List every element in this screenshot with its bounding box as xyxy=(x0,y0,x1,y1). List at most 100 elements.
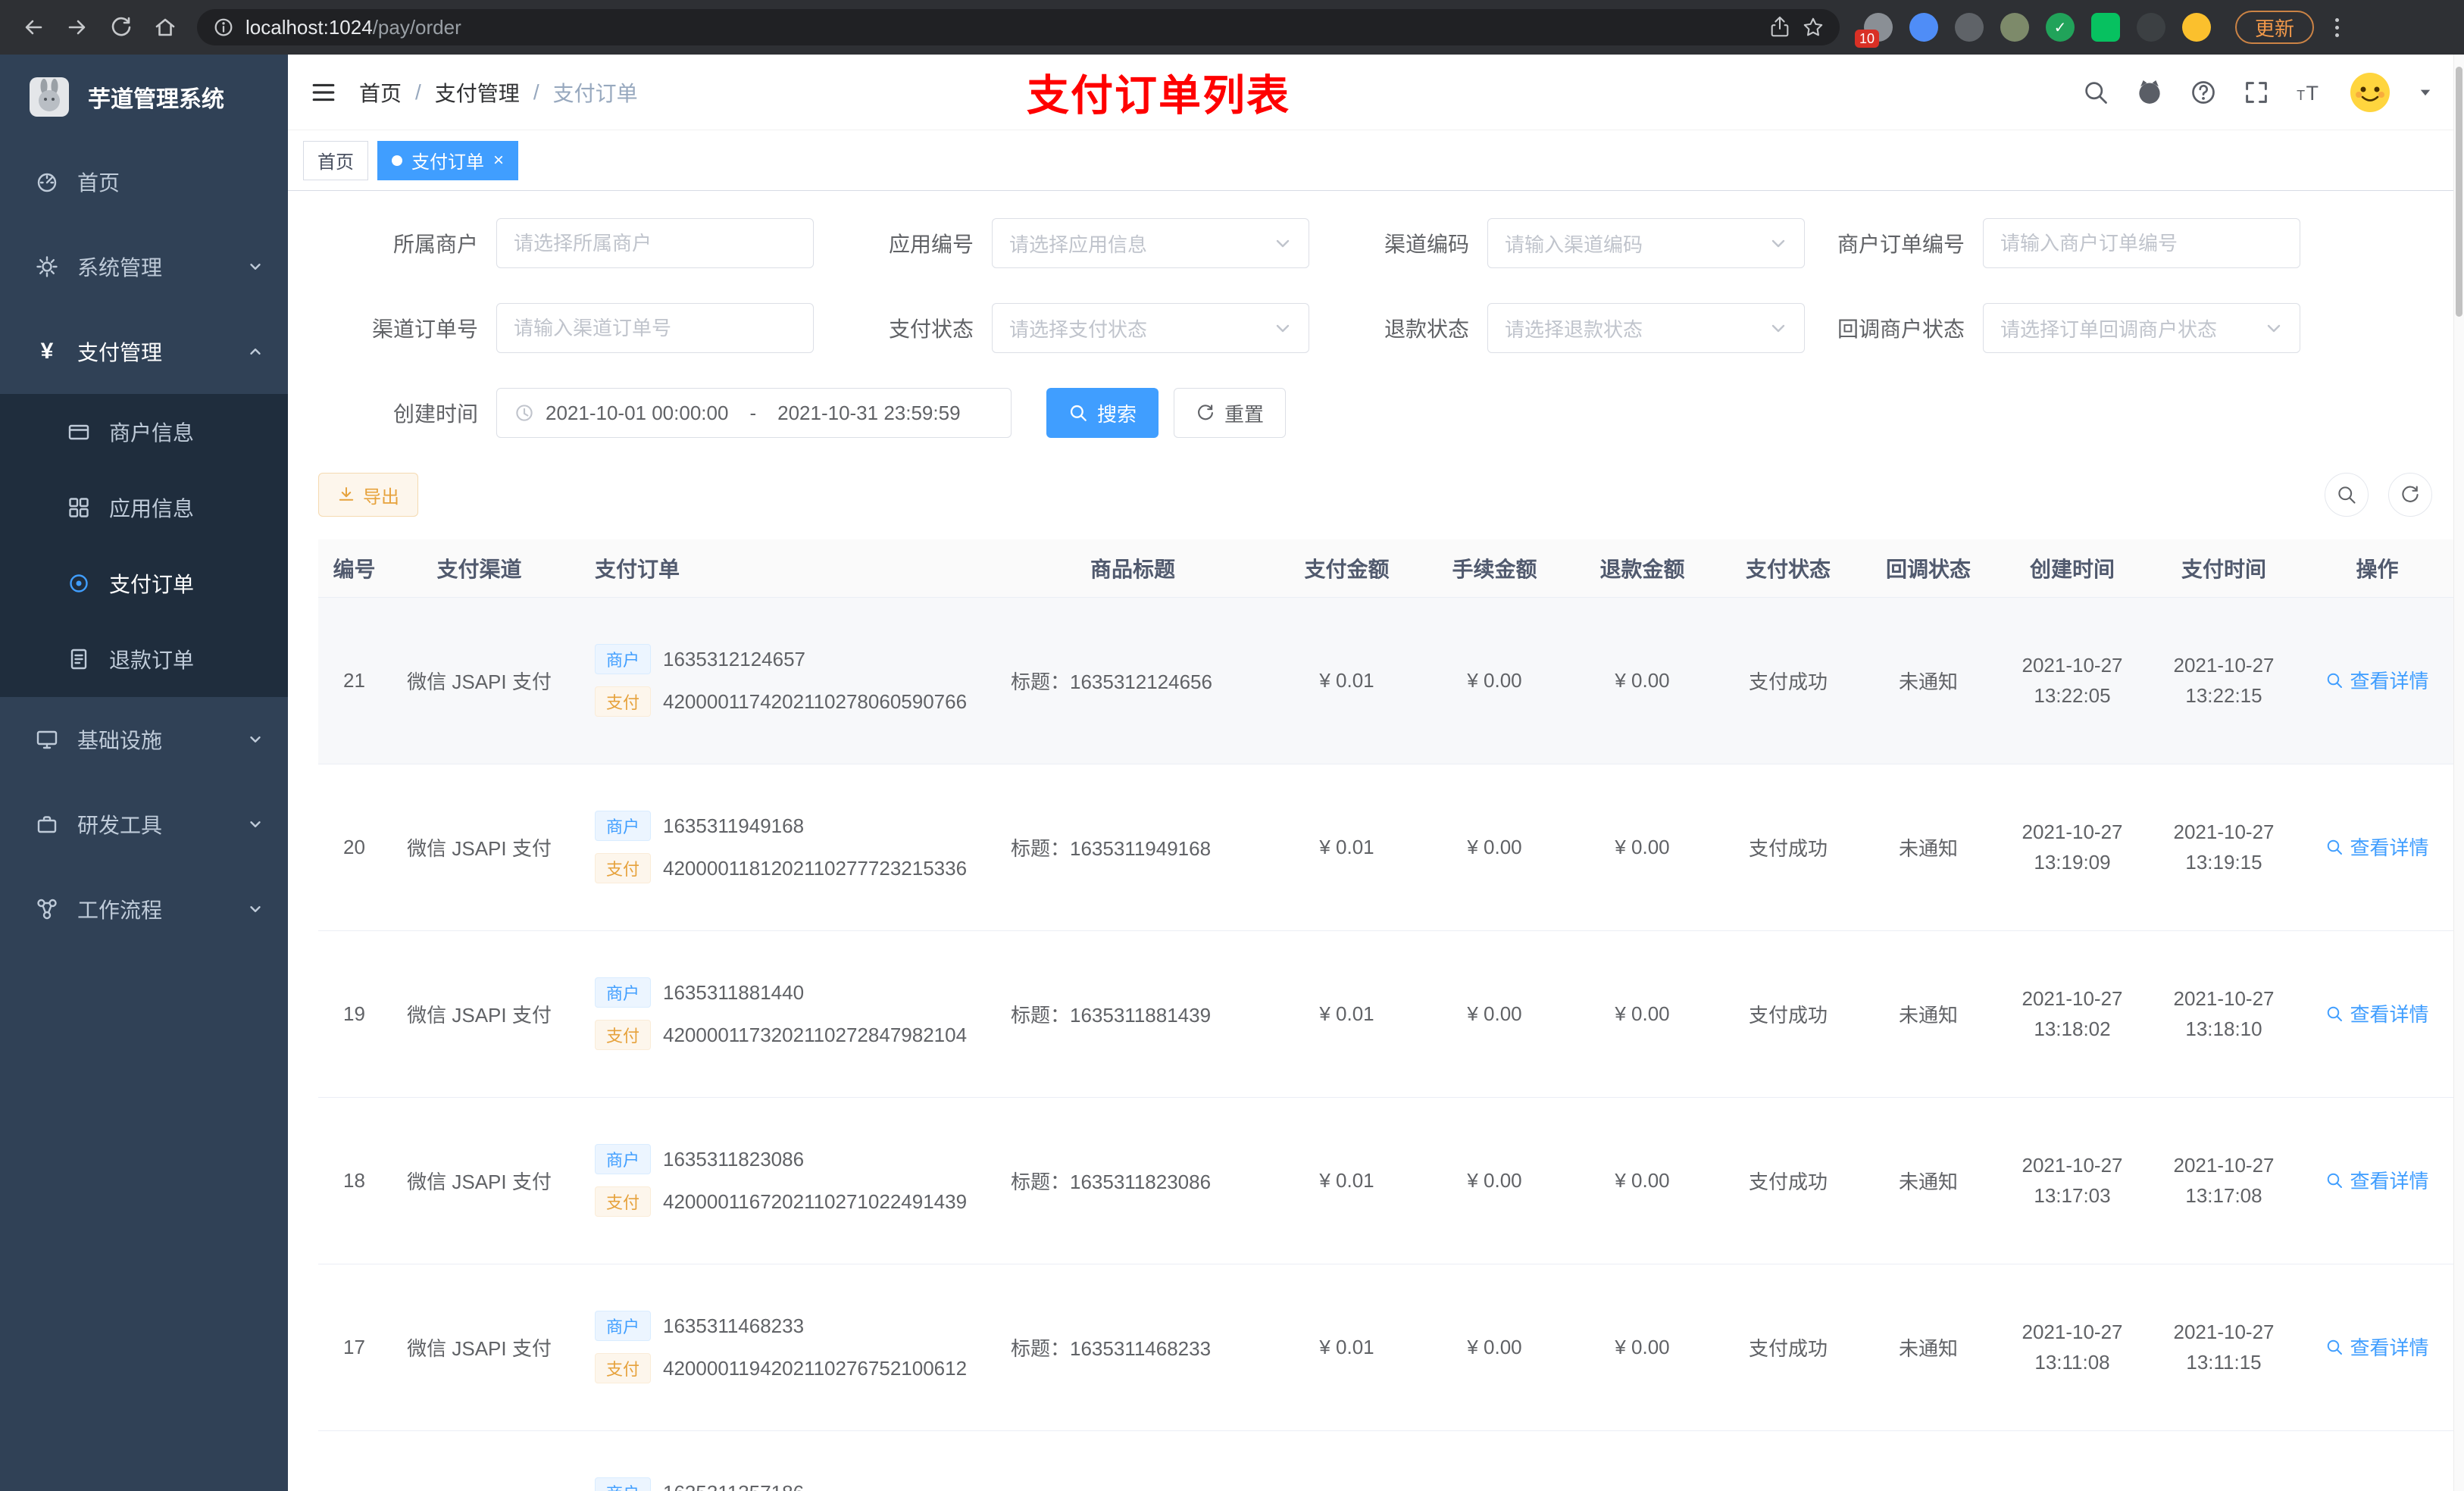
browser-menu-icon[interactable] xyxy=(2335,17,2340,37)
pay-order-cell: 商户1635311357186 支付 xyxy=(574,1477,987,1491)
filter-app: 应用编号 请选择应用信息 xyxy=(814,218,1309,268)
search-icon[interactable] xyxy=(2082,79,2109,106)
extension-icon[interactable]: ✓ xyxy=(2046,13,2075,42)
view-detail-link[interactable]: 查看详情 xyxy=(2325,999,2429,1027)
refund-amount: ¥ 0.00 xyxy=(1568,1264,1716,1431)
pay-order-cell: 商户 1635311823086 支付 4200001167202110271022… xyxy=(574,1144,987,1217)
sidebar-item-home[interactable]: 首页 xyxy=(0,139,288,224)
user-avatar[interactable] xyxy=(2349,71,2391,114)
browser-back-button[interactable] xyxy=(14,8,53,47)
browser-update-button[interactable]: 更新 xyxy=(2235,11,2315,44)
toggle-search-button[interactable] xyxy=(2325,473,2369,517)
view-detail-link[interactable]: 查看详情 xyxy=(2325,833,2429,861)
merchant-tag: 商户 xyxy=(595,977,652,1008)
fee-amount: ¥ 0.00 xyxy=(1421,1097,1568,1264)
view-icon xyxy=(2328,673,2343,688)
help-icon[interactable] xyxy=(2190,79,2217,106)
tab-pay-order[interactable]: 支付订单 × xyxy=(377,140,519,180)
product-title: 标题：1635311468233 xyxy=(993,1264,1273,1431)
order-id: 18 xyxy=(318,1097,390,1264)
scrollbar-thumb[interactable] xyxy=(2456,67,2462,317)
sidebar-item-system[interactable]: 系统管理 xyxy=(0,224,288,309)
extension-icon[interactable] xyxy=(2091,13,2120,42)
table-row[interactable]: 21 微信 JSAPI 支付 商户 1635312124657 支付 4200001… xyxy=(318,597,2455,764)
tab-home[interactable]: 首页 xyxy=(303,140,368,180)
table-row[interactable]: 20 微信 JSAPI 支付 商户 1635311949168 支付 4200001… xyxy=(318,764,2455,931)
sidebar-item-infra[interactable]: 基础设施 xyxy=(0,697,288,782)
extension-icon[interactable]: 10 xyxy=(1855,13,1893,48)
reset-button[interactable]: 重置 xyxy=(1174,388,1287,438)
pay-channel: 微信 JSAPI 支付 xyxy=(390,597,568,764)
sidebar-item-workflow[interactable]: 工作流程 xyxy=(0,867,288,952)
table-row[interactable]: 17 微信 JSAPI 支付 商户 1635311468233 支付 4200001… xyxy=(318,1264,2455,1431)
bookmark-star-icon[interactable] xyxy=(1802,16,1825,39)
export-button[interactable]: 导出 xyxy=(318,473,418,517)
sidebar-item-refund-order[interactable]: 退款订单 xyxy=(0,621,288,697)
browser-reload-button[interactable] xyxy=(102,8,141,47)
monitor-icon xyxy=(36,730,58,749)
date-range-picker[interactable]: 2021-10-01 00:00:00 - 2021-10-31 23:59:5… xyxy=(496,388,1012,438)
app-select[interactable]: 请选择应用信息 xyxy=(992,218,1309,268)
breadcrumb-payment[interactable]: 支付管理 xyxy=(435,77,520,108)
address-bar[interactable]: localhost:1024/pay/order xyxy=(197,9,1840,45)
sidebar-item-merchant-info[interactable]: 商户信息 xyxy=(0,394,288,470)
refund-status-select[interactable]: 请选择退款状态 xyxy=(1487,303,1805,353)
fee-amount: ¥ 0.00 xyxy=(1421,930,1568,1098)
table-row[interactable]: 18 微信 JSAPI 支付 商户 1635311823086 支付 4200001… xyxy=(318,1097,2455,1264)
extension-icon[interactable] xyxy=(2000,13,2029,42)
view-detail-link[interactable]: 查看详情 xyxy=(2325,666,2429,694)
view-detail-link[interactable]: 查看详情 xyxy=(2325,1333,2429,1361)
clock-icon xyxy=(516,405,533,421)
col-pay-time: 支付时间 xyxy=(2148,539,2300,598)
filter-merchant-order-no: 商户订单编号 xyxy=(1805,218,2300,268)
share-icon[interactable] xyxy=(1768,16,1791,39)
breadcrumb: 首页 / 支付管理 / 支付订单 xyxy=(359,77,638,108)
app-title: 芋道管理系统 xyxy=(88,87,224,112)
sidebar-item-payment[interactable]: ¥ 支付管理 xyxy=(0,309,288,394)
scrollbar[interactable] xyxy=(2453,55,2464,1491)
product-title: 标题：1635312124656 xyxy=(993,597,1273,764)
hamburger-icon[interactable] xyxy=(311,80,336,105)
pay-amount: ¥ 0.01 xyxy=(1273,597,1421,764)
extensions-pin-icon[interactable] xyxy=(2137,13,2165,42)
col-amount: 支付金额 xyxy=(1273,539,1421,598)
font-size-icon[interactable]: TT xyxy=(2296,79,2323,106)
table-row[interactable]: 19 微信 JSAPI 支付 商户 1635311881440 支付 4200001… xyxy=(318,930,2455,1098)
profile-avatar-icon[interactable] xyxy=(2182,13,2211,42)
notify-status-select[interactable]: 请选择订单回调商户状态 xyxy=(1983,303,2300,353)
fullscreen-icon[interactable] xyxy=(2243,79,2270,106)
extension-icon[interactable] xyxy=(1955,13,1984,42)
col-create-time: 创建时间 xyxy=(1997,539,2148,598)
sidebar-item-pay-order[interactable]: 支付订单 xyxy=(0,545,288,621)
view-detail-link[interactable]: 查看详情 xyxy=(2325,1166,2429,1194)
search-button[interactable]: 搜索 xyxy=(1046,388,1159,438)
caret-down-icon[interactable] xyxy=(2417,84,2434,101)
sidebar-item-dev-tools[interactable]: 研发工具 xyxy=(0,782,288,867)
date-end: 2021-10-31 23:59:59 xyxy=(777,401,961,424)
pay-status xyxy=(1716,1430,1860,1491)
tab-close-icon[interactable]: × xyxy=(493,151,504,170)
pay-status-select[interactable]: 请选择支付状态 xyxy=(992,303,1309,353)
browser-forward-button[interactable] xyxy=(58,8,97,47)
channel-code-select[interactable]: 请输入渠道编码 xyxy=(1487,218,1805,268)
table-row[interactable]: 商户1635311357186 支付 查看详情 xyxy=(318,1430,2455,1491)
extension-icon[interactable] xyxy=(1909,13,1938,42)
filter-refund-status: 退款状态 请选择退款状态 xyxy=(1309,303,1805,353)
browser-home-button[interactable] xyxy=(145,8,185,47)
breadcrumb-home[interactable]: 首页 xyxy=(359,77,402,108)
record-circle-icon xyxy=(70,574,88,592)
merchant-select-input[interactable] xyxy=(496,218,814,268)
merchant-order-no-input[interactable] xyxy=(1983,218,2300,268)
sidebar-item-app-info[interactable]: 应用信息 xyxy=(0,470,288,545)
channel-order-no-input[interactable] xyxy=(496,303,814,353)
channel-order-no: 4200001167202110271022491439 xyxy=(663,1189,968,1213)
app-logo[interactable]: 芋道管理系统 xyxy=(0,55,288,139)
create-time: 2021-10-27 13:18:02 xyxy=(1997,930,2148,1098)
refresh-table-button[interactable] xyxy=(2388,473,2432,517)
channel-order-no: 4200001174202110278060590766 xyxy=(663,689,968,713)
pay-time xyxy=(2148,1430,2300,1491)
merchant-order-no: 1635312124657 xyxy=(663,647,805,670)
refund-amount: ¥ 0.00 xyxy=(1568,930,1716,1098)
github-icon[interactable] xyxy=(2135,78,2164,107)
site-info-icon[interactable] xyxy=(212,16,235,39)
